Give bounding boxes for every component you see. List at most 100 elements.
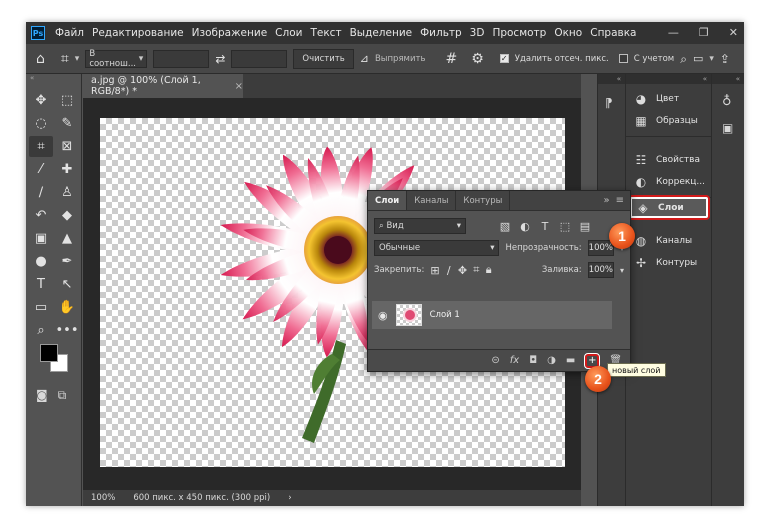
type-tool-icon[interactable]: T <box>29 274 53 295</box>
swap-icon[interactable]: ⇄ <box>215 53 225 65</box>
tab-paths[interactable]: Контуры <box>456 191 511 210</box>
path-select-tool-icon[interactable]: ↖ <box>55 274 79 295</box>
libraries-icon[interactable]: ▣ <box>712 109 744 135</box>
zoom-tool-icon[interactable]: ⌕ <box>29 320 53 341</box>
history-brush-icon[interactable]: ↶ <box>29 205 53 226</box>
menu-file[interactable]: Файл <box>51 27 88 39</box>
gradient-tool-icon[interactable]: ▣ <box>29 228 53 249</box>
screen-mode-icon[interactable]: ⧉ <box>58 388 67 403</box>
fx-icon[interactable]: fx <box>510 355 519 366</box>
gear-icon[interactable]: ⚙ <box>471 52 484 66</box>
lasso-tool-icon[interactable]: ◌ <box>29 113 53 134</box>
menu-3d[interactable]: 3D <box>466 27 489 39</box>
grid-overlay-icon[interactable]: # <box>445 52 457 66</box>
filter-adjustment-icon[interactable]: ◐ <box>518 220 532 233</box>
mask-icon[interactable]: ◘ <box>529 355 537 366</box>
move-tool-icon[interactable]: ✥ <box>29 90 53 111</box>
filter-kind-select[interactable]: ⌕ Вид ▾ <box>374 218 466 234</box>
foreground-color-swatch[interactable] <box>40 344 58 362</box>
lock-all-icon[interactable]: 🔒︎ <box>485 263 492 277</box>
menu-view[interactable]: Просмотр <box>488 27 550 39</box>
height-input[interactable] <box>231 49 288 68</box>
close-window-button[interactable]: ✕ <box>729 26 738 39</box>
layer-row[interactable]: ◉ Слой 1 <box>372 301 612 329</box>
filter-shape-icon[interactable]: ⬚ <box>558 220 572 233</box>
maximize-button[interactable]: ❐ <box>699 26 709 39</box>
minimize-button[interactable]: — <box>668 26 679 39</box>
menu-window[interactable]: Окно <box>550 27 586 39</box>
menu-help[interactable]: Справка <box>586 27 640 39</box>
straighten-button[interactable]: Выпрямить <box>375 54 426 64</box>
zoom-level[interactable]: 100% <box>91 493 115 503</box>
clear-button[interactable]: Очистить <box>293 48 354 69</box>
filter-smart-object-icon[interactable]: ▤ <box>578 220 592 233</box>
workspace-icon[interactable]: ▭ <box>693 53 703 64</box>
frame-tool-icon[interactable]: ⊠ <box>55 136 79 157</box>
panel-paths[interactable]: ✢ Контуры <box>626 252 711 274</box>
menu-filter[interactable]: Фильтр <box>416 27 466 39</box>
chevron-down-icon[interactable]: ▾ <box>620 266 624 275</box>
width-input[interactable] <box>153 49 210 68</box>
more-tools-icon[interactable]: ••• <box>55 320 79 341</box>
quick-mask-icon[interactable]: ◙ <box>36 388 48 403</box>
delete-cropped-checkbox[interactable]: ✓ <box>499 54 509 63</box>
search-icon[interactable]: ⌕ <box>680 53 687 65</box>
eraser-tool-icon[interactable]: ◆ <box>55 205 79 226</box>
lock-position-icon[interactable]: ✥ <box>458 264 467 277</box>
menu-image[interactable]: Изображение <box>188 27 272 39</box>
share-icon[interactable]: ⇪ <box>720 53 730 65</box>
chevron-down-icon[interactable]: ▾ <box>709 54 714 64</box>
healing-tool-icon[interactable]: ✚ <box>55 159 79 180</box>
filter-pixel-icon[interactable]: ▧ <box>498 220 512 233</box>
history-icon[interactable]: ⁋ <box>598 84 625 110</box>
ratio-select[interactable]: В соотнош... ▾ <box>85 49 148 69</box>
eyedropper-tool-icon[interactable]: ⁄ <box>29 159 53 180</box>
panel-adjustments[interactable]: ◐ Коррекц... <box>626 171 711 193</box>
menu-layers[interactable]: Слои <box>271 27 306 39</box>
link-layers-icon[interactable]: ⊝ <box>491 355 499 366</box>
pen-tool-icon[interactable]: ✒ <box>55 251 79 272</box>
hand-tool-icon[interactable]: ✋ <box>55 297 79 318</box>
panel-swatches[interactable]: ▦ Образцы <box>626 110 711 132</box>
tab-channels[interactable]: Каналы <box>407 191 457 210</box>
menu-edit[interactable]: Редактирование <box>88 27 188 39</box>
lock-image-icon[interactable]: ∕ <box>446 264 452 277</box>
document-tab[interactable]: a.jpg @ 100% (Слой 1, RGB/8*) * × <box>83 74 243 98</box>
collapse-icon[interactable]: « <box>598 74 625 84</box>
content-aware-checkbox[interactable] <box>618 54 628 63</box>
panel-menu-icon[interactable]: ≡ <box>616 195 624 206</box>
quick-select-tool-icon[interactable]: ✎ <box>55 113 79 134</box>
fill-input[interactable]: 100% <box>587 262 614 278</box>
brush-tool-icon[interactable]: ∕ <box>29 182 53 203</box>
status-arrow-icon[interactable]: › <box>288 493 291 503</box>
menu-text[interactable]: Текст <box>306 27 345 39</box>
adjustment-layer-icon[interactable]: ◑ <box>547 355 556 366</box>
straighten-icon[interactable]: ⊿ <box>360 53 369 64</box>
collapse-icon[interactable]: « <box>712 74 744 84</box>
collapse-icon[interactable]: « <box>26 74 81 82</box>
home-icon[interactable]: ⌂ <box>36 52 45 66</box>
marquee-tool-icon[interactable]: ⬚ <box>55 90 79 111</box>
blend-mode-select[interactable]: Обычные ▾ <box>374 240 500 256</box>
shape-tool-icon[interactable]: ▭ <box>29 297 53 318</box>
filter-type-icon[interactable]: T <box>538 220 552 233</box>
panel-properties[interactable]: ☷ Свойства <box>626 149 711 171</box>
blur-tool-icon[interactable]: ▲ <box>55 228 79 249</box>
stamp-tool-icon[interactable]: ♙ <box>55 182 79 203</box>
folder-icon[interactable]: ▬ <box>566 355 575 366</box>
lock-transparent-icon[interactable]: ⊞ <box>430 264 439 277</box>
learn-icon[interactable]: ♁ <box>712 84 744 109</box>
collapse-icon[interactable]: » <box>603 195 609 206</box>
crop-tool-icon[interactable]: ⌗ <box>61 52 69 66</box>
close-icon[interactable]: × <box>235 81 243 92</box>
crop-tool-icon[interactable]: ⌗ <box>29 136 53 157</box>
lock-artboard-icon[interactable]: ⌗ <box>473 263 479 277</box>
panel-layers[interactable]: ◈ Слои <box>628 195 710 220</box>
eye-icon[interactable]: ◉ <box>378 309 388 322</box>
tab-layers[interactable]: Слои <box>368 191 408 210</box>
collapse-icon[interactable]: « <box>626 74 711 84</box>
menu-select[interactable]: Выделение <box>346 27 417 39</box>
panel-channels[interactable]: ◍ Каналы <box>626 230 711 252</box>
dodge-tool-icon[interactable]: ● <box>29 251 53 272</box>
chevron-down-icon[interactable]: ▾ <box>75 54 80 64</box>
